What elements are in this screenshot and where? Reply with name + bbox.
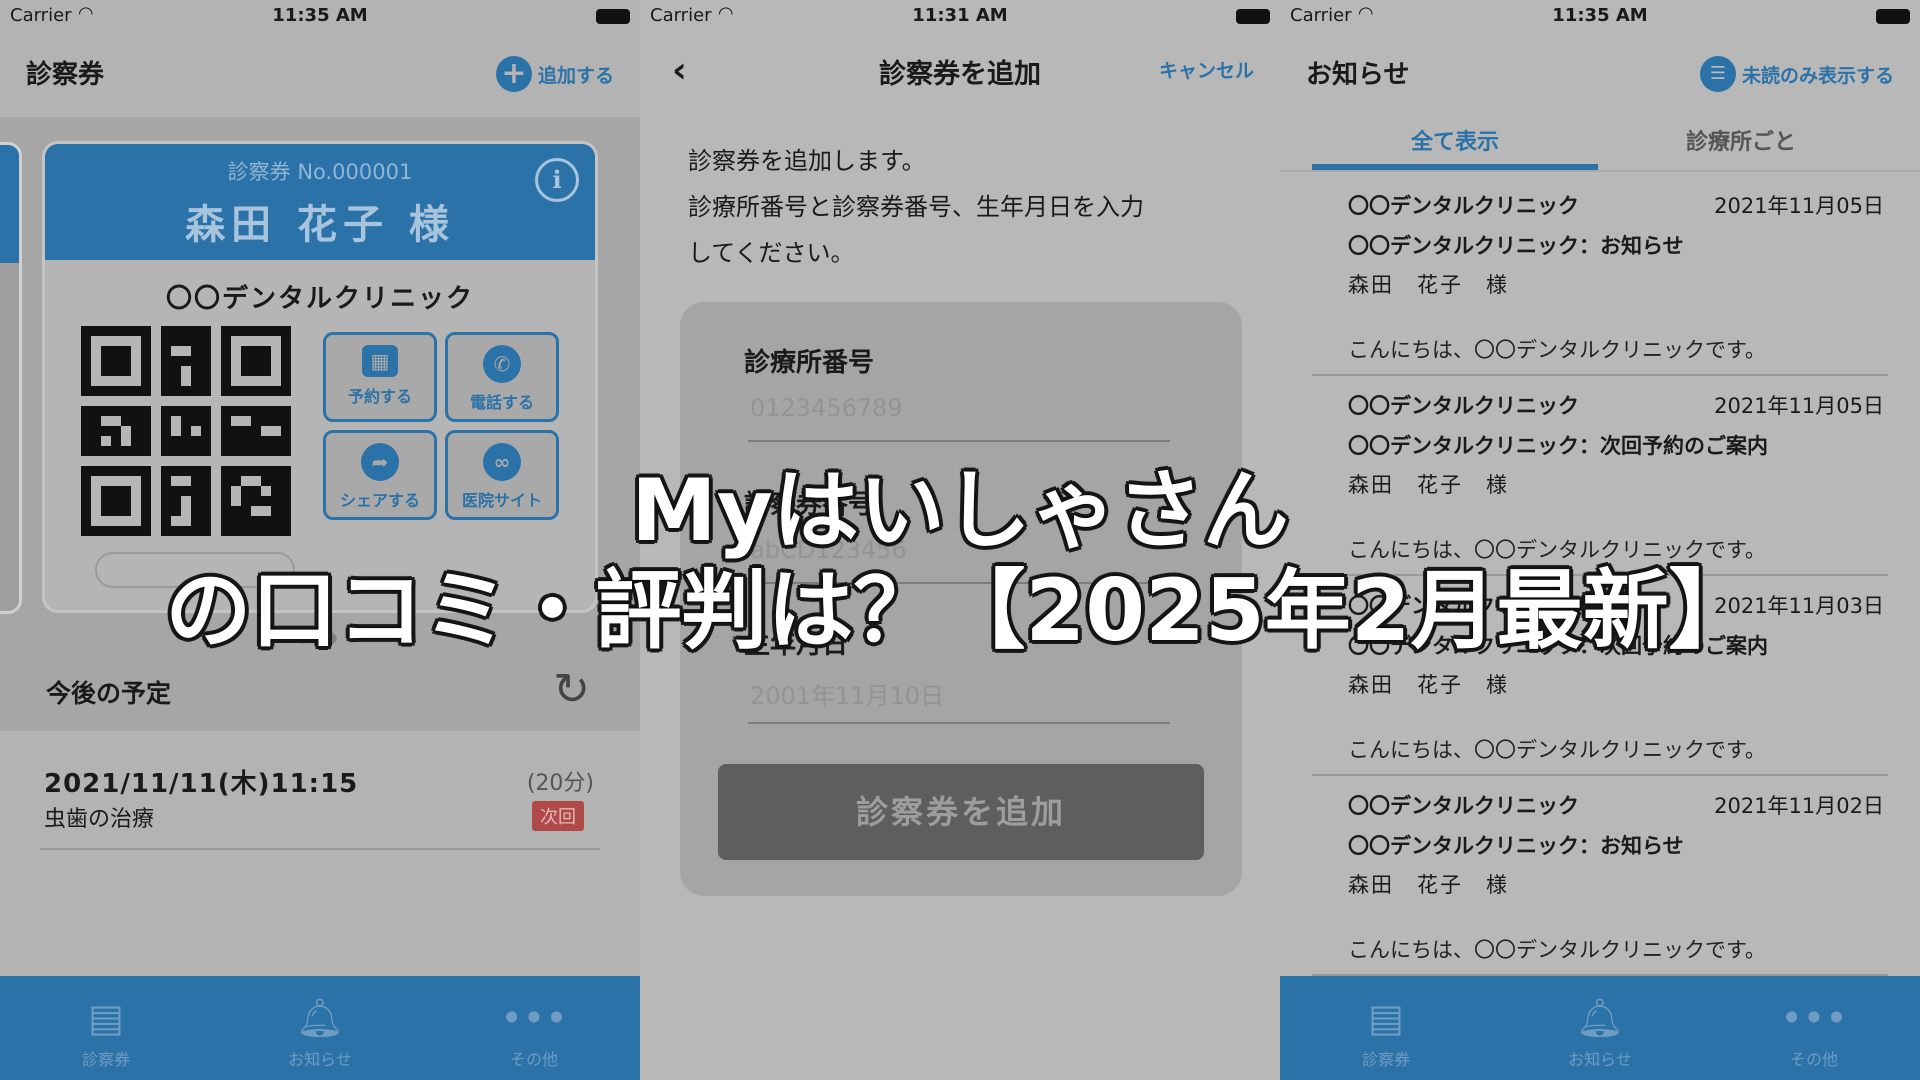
more-icon: ••• bbox=[500, 996, 568, 1040]
tab-more[interactable]: ••• その他 bbox=[464, 994, 604, 1070]
plus-icon: + bbox=[495, 56, 532, 92]
card-icon: ▤ bbox=[88, 996, 124, 1040]
clinic-name: 〇〇デンタルクリニック bbox=[165, 284, 474, 314]
clock: 11:31 AM bbox=[912, 5, 1008, 26]
appointment-datetime: 2021/11/11(木)11:15 bbox=[44, 769, 359, 799]
status-bar: Carrier ◠ 11:35 AM bbox=[1280, 0, 1920, 32]
notice-body: こんにちは、〇〇デンタルクリニックです。 bbox=[1348, 738, 1766, 762]
call-button[interactable]: ✆ 電話する bbox=[445, 332, 559, 422]
clinic-number-label: 診療所番号 bbox=[744, 348, 875, 378]
patient-name: 森田 花子 様 bbox=[185, 202, 455, 248]
status-bar: Carrier ◠ 11:31 AM bbox=[640, 0, 1280, 32]
unread-only-button[interactable]: ☰ 未読のみ表示する bbox=[1699, 56, 1894, 92]
battery-icon bbox=[1236, 9, 1270, 24]
clock: 11:35 AM bbox=[272, 5, 368, 26]
cancel-button[interactable]: キャンセル bbox=[1159, 56, 1254, 83]
reserve-label: 予約する bbox=[347, 387, 412, 406]
notice-date: 2021年11月05日 bbox=[1714, 394, 1884, 418]
nav-bar: ‹ 診察券を追加 キャンセル bbox=[640, 40, 1280, 100]
bell-icon: 🔔︎ bbox=[295, 996, 345, 1040]
notice-subject: 〇〇デンタルクリニック：お知らせ bbox=[1348, 834, 1684, 858]
notice-subject: 〇〇デンタルクリニック：お知らせ bbox=[1348, 234, 1684, 258]
intro-line: してください。 bbox=[688, 239, 855, 267]
notice-date: 2021年11月02日 bbox=[1714, 794, 1884, 818]
appointment-duration: (20分) bbox=[526, 771, 594, 796]
calendar-plus-icon: ▦ bbox=[362, 345, 398, 377]
tab-all[interactable]: 全て表示 bbox=[1312, 124, 1598, 156]
more-icon: ••• bbox=[1780, 996, 1848, 1040]
add-card-label: 追加する bbox=[537, 64, 614, 87]
bell-icon: 🔔︎ bbox=[1575, 996, 1625, 1040]
intro-text: 診察券を追加します。 診療所番号と診察券番号、生年月日を入力 してください。 bbox=[688, 138, 1248, 276]
tab-card[interactable]: ▤ 診察券 bbox=[36, 994, 176, 1070]
card-icon: ▤ bbox=[1368, 996, 1404, 1040]
notice-clinic: 〇〇デンタルクリニック bbox=[1348, 194, 1579, 218]
call-label: 電話する bbox=[469, 393, 534, 412]
notice-clinic: 〇〇デンタルクリニック bbox=[1348, 394, 1579, 418]
notice-tabs: 全て表示 診療所ごと bbox=[1280, 112, 1920, 172]
tab-more-label: その他 bbox=[1789, 1050, 1838, 1069]
notice-recipient: 森田 花子 様 bbox=[1348, 873, 1509, 897]
status-bar: Carrier ◠ 11:35 AM bbox=[0, 0, 640, 32]
intro-line: 診察券を追加します。 bbox=[688, 147, 926, 175]
tab-more-label: その他 bbox=[509, 1050, 558, 1069]
next-badge: 次回 bbox=[532, 801, 584, 831]
notice-body: こんにちは、〇〇デンタルクリニックです。 bbox=[1348, 938, 1766, 962]
tab-notices[interactable]: 🔔︎ お知らせ bbox=[250, 994, 390, 1070]
refresh-icon[interactable]: ↻ bbox=[553, 664, 590, 715]
reserve-button[interactable]: ▦ 予約する bbox=[323, 332, 437, 422]
card-number: 診察券 No.000001 bbox=[227, 160, 413, 184]
intro-line: 診療所番号と診察券番号、生年月日を入力 bbox=[688, 193, 1144, 221]
unread-only-label: 未読のみ表示する bbox=[1741, 64, 1894, 87]
page-title: お知らせ bbox=[1306, 60, 1410, 90]
tab-bar: ▤ 診察券 🔔︎ お知らせ ••• その他 bbox=[1280, 976, 1920, 1080]
add-card-submit-button[interactable]: 診察券を追加 bbox=[718, 764, 1204, 860]
schedule-title: 今後の予定 bbox=[46, 679, 172, 708]
info-icon[interactable]: i bbox=[535, 158, 579, 202]
nav-bar: お知らせ ☰ 未読のみ表示する bbox=[1280, 40, 1920, 100]
tab-bar: ▤ 診察券 🔔︎ お知らせ ••• その他 bbox=[0, 976, 640, 1080]
tab-more[interactable]: ••• その他 bbox=[1744, 994, 1884, 1070]
phone-icon: ✆ bbox=[483, 345, 521, 383]
tab-card-label: 診察券 bbox=[81, 1050, 130, 1069]
active-tab-indicator bbox=[1312, 164, 1598, 170]
tab-notices-label: お知らせ bbox=[288, 1050, 352, 1069]
clinic-number-input[interactable]: 0123456789 bbox=[748, 386, 1170, 442]
notice-item[interactable]: 〇〇デンタルクリニック 2021年11月05日 〇〇デンタルクリニック：お知らせ… bbox=[1312, 178, 1888, 376]
tab-card[interactable]: ▤ 診察券 bbox=[1316, 994, 1456, 1070]
notice-recipient: 森田 花子 様 bbox=[1348, 673, 1509, 697]
tab-notices-label: お知らせ bbox=[1568, 1050, 1632, 1069]
notice-recipient: 森田 花子 様 bbox=[1348, 273, 1509, 297]
notice-date: 2021年11月05日 bbox=[1714, 194, 1884, 218]
page-title: 診察券 bbox=[26, 60, 105, 90]
notice-item[interactable]: 〇〇デンタルクリニック 2021年11月02日 〇〇デンタルクリニック：お知らせ… bbox=[1312, 778, 1888, 976]
appointment-description: 虫歯の治療 bbox=[44, 807, 155, 832]
nav-bar: 診察券 + 追加する bbox=[0, 40, 640, 100]
clock: 11:35 AM bbox=[1552, 5, 1648, 26]
card-header: 診察券 No.000001 森田 花子 様 i bbox=[45, 144, 595, 260]
add-card-button[interactable]: + 追加する bbox=[495, 56, 614, 92]
tab-by-clinic[interactable]: 診療所ごと bbox=[1598, 124, 1884, 156]
birthdate-input[interactable]: 2001年11月10日 bbox=[748, 668, 1170, 724]
appointment-item[interactable]: 2021/11/11(木)11:15 (20分) 虫歯の治療 次回 bbox=[40, 755, 600, 850]
tab-notices[interactable]: 🔔︎ お知らせ bbox=[1530, 994, 1670, 1070]
battery-icon bbox=[1876, 9, 1910, 24]
notice-body: こんにちは、〇〇デンタルクリニックです。 bbox=[1348, 338, 1766, 362]
notice-clinic: 〇〇デンタルクリニック bbox=[1348, 794, 1579, 818]
headline-line-2: の口コミ・評判は？【2025年2月最新】 bbox=[165, 561, 1755, 661]
list-icon: ☰ bbox=[1699, 56, 1736, 92]
battery-icon bbox=[596, 9, 630, 24]
tab-card-label: 診察券 bbox=[1361, 1050, 1410, 1069]
